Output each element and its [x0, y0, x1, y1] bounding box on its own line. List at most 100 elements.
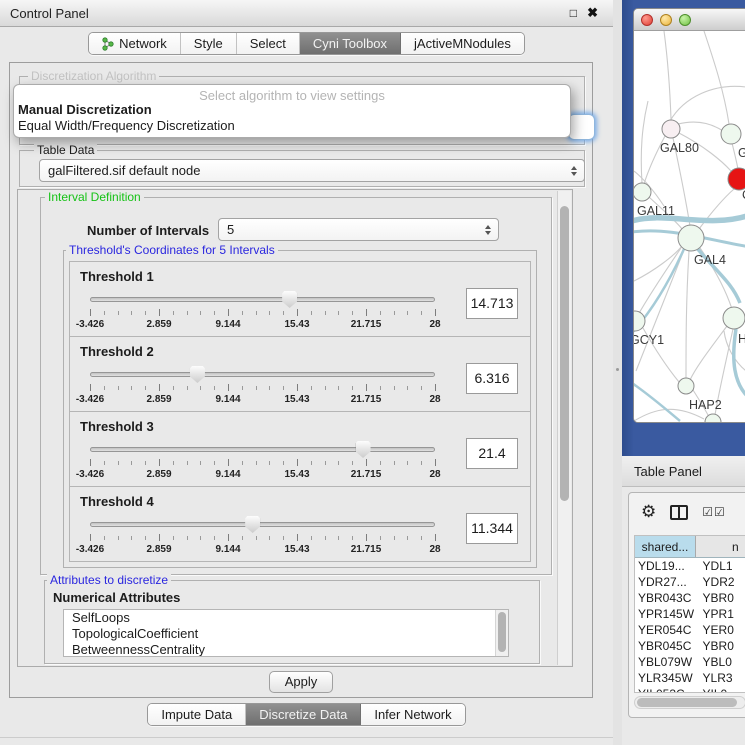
- attribute-items: SelfLoopsTopologicalCoefficientBetweenne…: [64, 610, 508, 657]
- gear-icon[interactable]: ⚙: [641, 502, 656, 522]
- algorithm-dropdown-prompt: Select algorithm to view settings: [14, 85, 570, 102]
- cell-shared-name[interactable]: YIL053C: [635, 686, 698, 693]
- threshold-value-field[interactable]: 11.344: [466, 513, 518, 544]
- threshold-value-field[interactable]: 21.4: [466, 438, 518, 469]
- tab-cyni-toolbox[interactable]: Cyni Toolbox: [300, 33, 401, 54]
- table-row[interactable]: YBL079WYBL0: [635, 654, 745, 670]
- zoom-window-icon[interactable]: [679, 14, 691, 26]
- apply-button[interactable]: Apply: [269, 671, 333, 693]
- attribute-item-betweennesscentrality[interactable]: BetweennessCentrality: [64, 642, 508, 657]
- network-node-ga[interactable]: [721, 124, 741, 144]
- cell-shared-name[interactable]: YPR145W: [635, 606, 698, 622]
- slider-thumb[interactable]: [245, 516, 260, 533]
- network-node-unlabeled[interactable]: [705, 414, 721, 423]
- table-row[interactable]: YIL053CYIL0: [635, 686, 745, 693]
- cell-name[interactable]: YER0: [698, 622, 745, 638]
- table-row[interactable]: YDL19...YDL1: [635, 558, 745, 574]
- top-tab-row: NetworkStyleSelectCyni ToolboxjActiveMNo…: [0, 32, 613, 55]
- table-row[interactable]: YER054CYER0: [635, 622, 745, 638]
- float-window-button[interactable]: □: [570, 6, 577, 20]
- cell-shared-name[interactable]: YBR043C: [635, 590, 698, 606]
- algorithm-combobox[interactable]: [568, 114, 595, 140]
- network-node-gal80[interactable]: [662, 120, 680, 138]
- minimize-window-icon[interactable]: [660, 14, 672, 26]
- cell-shared-name[interactable]: YLR345W: [635, 670, 698, 686]
- tab-jactivemnodules[interactable]: jActiveMNodules: [401, 33, 524, 54]
- algorithm-option-manual-discretization[interactable]: Manual Discretization: [14, 102, 570, 118]
- network-canvas[interactable]: GAL80GACGAL11GAL4GCY1HHAP2: [634, 31, 745, 423]
- tab-select[interactable]: Select: [237, 33, 300, 54]
- cell-shared-name[interactable]: YDL19...: [635, 558, 698, 574]
- threshold-slider[interactable]: -3.4262.8599.14415.4321.71528: [90, 291, 435, 333]
- cell-shared-name[interactable]: YBL079W: [635, 654, 698, 670]
- network-node-gal11[interactable]: [634, 183, 651, 201]
- network-node-c[interactable]: [728, 168, 745, 190]
- cell-name[interactable]: YBR0: [698, 590, 745, 606]
- cell-shared-name[interactable]: YER054C: [635, 622, 698, 638]
- control-panel-titlebar: Control Panel □ ✖: [0, 0, 613, 27]
- network-window-titlebar[interactable]: [634, 9, 745, 31]
- split-pane-divider[interactable]: [613, 0, 622, 745]
- cell-name[interactable]: YDR2: [698, 574, 745, 590]
- threshold-panel-1: Threshold 1-3.4262.8599.14415.4321.71528…: [69, 261, 531, 337]
- attribute-item-selfloops[interactable]: SelfLoops: [64, 610, 508, 626]
- slider-track[interactable]: [90, 297, 435, 302]
- table-row[interactable]: YBR045CYBR0: [635, 638, 745, 654]
- node-label-ga: GA: [738, 146, 745, 160]
- tab-impute-data[interactable]: Impute Data: [148, 704, 246, 725]
- table-row[interactable]: YDR27...YDR2: [635, 574, 745, 590]
- cell-name[interactable]: YBR0: [698, 638, 745, 654]
- cell-shared-name[interactable]: YDR27...: [635, 574, 698, 590]
- table-horizontal-scrollbar[interactable]: [634, 696, 745, 709]
- attributes-scrollbar-thumb[interactable]: [498, 612, 506, 652]
- table-row[interactable]: YBR043CYBR0: [635, 590, 745, 606]
- attributes-scrollbar[interactable]: [495, 610, 508, 656]
- threshold-panel-4: Threshold 4-3.4262.8599.14415.4321.71528…: [69, 486, 531, 562]
- slider-track[interactable]: [90, 447, 435, 452]
- table-data-combobox[interactable]: galFiltered.sif default node: [39, 159, 585, 182]
- slider-ticks: [90, 384, 435, 393]
- slider-ticks: [90, 309, 435, 318]
- slider-thumb[interactable]: [190, 366, 205, 383]
- cell-shared-name[interactable]: YBR045C: [635, 638, 698, 654]
- slider-track[interactable]: [90, 372, 435, 377]
- threshold-slider[interactable]: -3.4262.8599.14415.4321.71528: [90, 441, 435, 483]
- threshold-panel-3: Threshold 3-3.4262.8599.14415.4321.71528…: [69, 411, 531, 487]
- close-window-icon[interactable]: [641, 14, 653, 26]
- cell-name[interactable]: YBL0: [698, 654, 745, 670]
- tab-style[interactable]: Style: [181, 33, 237, 54]
- tab-discretize-data[interactable]: Discretize Data: [246, 704, 361, 725]
- slider-thumb[interactable]: [356, 441, 371, 458]
- table-row[interactable]: YPR145WYPR1: [635, 606, 745, 622]
- number-of-intervals-combobox[interactable]: 5: [218, 218, 499, 241]
- column-header-shared-name[interactable]: shared...: [635, 536, 696, 557]
- network-view-window[interactable]: GAL80GACGAL11GAL4GCY1HHAP2: [633, 8, 745, 423]
- network-node-hap2[interactable]: [678, 378, 694, 394]
- cell-name[interactable]: YLR3: [698, 670, 745, 686]
- threshold-value-field[interactable]: 14.713: [466, 288, 518, 319]
- algorithm-option-equal-width-frequency-discretization[interactable]: Equal Width/Frequency Discretization: [14, 118, 570, 134]
- table-hscrollbar-thumb[interactable]: [637, 698, 737, 707]
- algorithm-options: Manual DiscretizationEqual Width/Frequen…: [14, 102, 570, 134]
- settings-scrollbar[interactable]: [557, 191, 571, 665]
- select-columns-checkboxes-icon[interactable]: ☑☑: [702, 505, 726, 519]
- cell-name[interactable]: YIL0: [698, 686, 745, 693]
- cell-name[interactable]: YPR1: [698, 606, 745, 622]
- slider-track[interactable]: [90, 522, 435, 527]
- columns-icon[interactable]: [670, 505, 688, 520]
- close-panel-button[interactable]: ✖: [587, 5, 598, 21]
- slider-thumb[interactable]: [282, 291, 297, 308]
- threshold-value-field[interactable]: 6.316: [466, 363, 518, 394]
- table-panel-container: ⚙ ☑☑ shared... n YDL19...YDL1YDR27...YDR…: [628, 492, 745, 718]
- network-node-h[interactable]: [723, 307, 745, 329]
- tab-network[interactable]: Network: [89, 33, 181, 54]
- attribute-item-topologicalcoefficient[interactable]: TopologicalCoefficient: [64, 626, 508, 642]
- settings-scrollbar-thumb[interactable]: [560, 206, 569, 501]
- threshold-slider[interactable]: -3.4262.8599.14415.4321.71528: [90, 366, 435, 408]
- table-row[interactable]: YLR345WYLR3: [635, 670, 745, 686]
- column-header-name[interactable]: n: [696, 536, 745, 557]
- cell-name[interactable]: YDL1: [698, 558, 745, 574]
- network-node-gal4[interactable]: [678, 225, 704, 251]
- tab-infer-network[interactable]: Infer Network: [361, 704, 464, 725]
- threshold-slider[interactable]: -3.4262.8599.14415.4321.71528: [90, 516, 435, 558]
